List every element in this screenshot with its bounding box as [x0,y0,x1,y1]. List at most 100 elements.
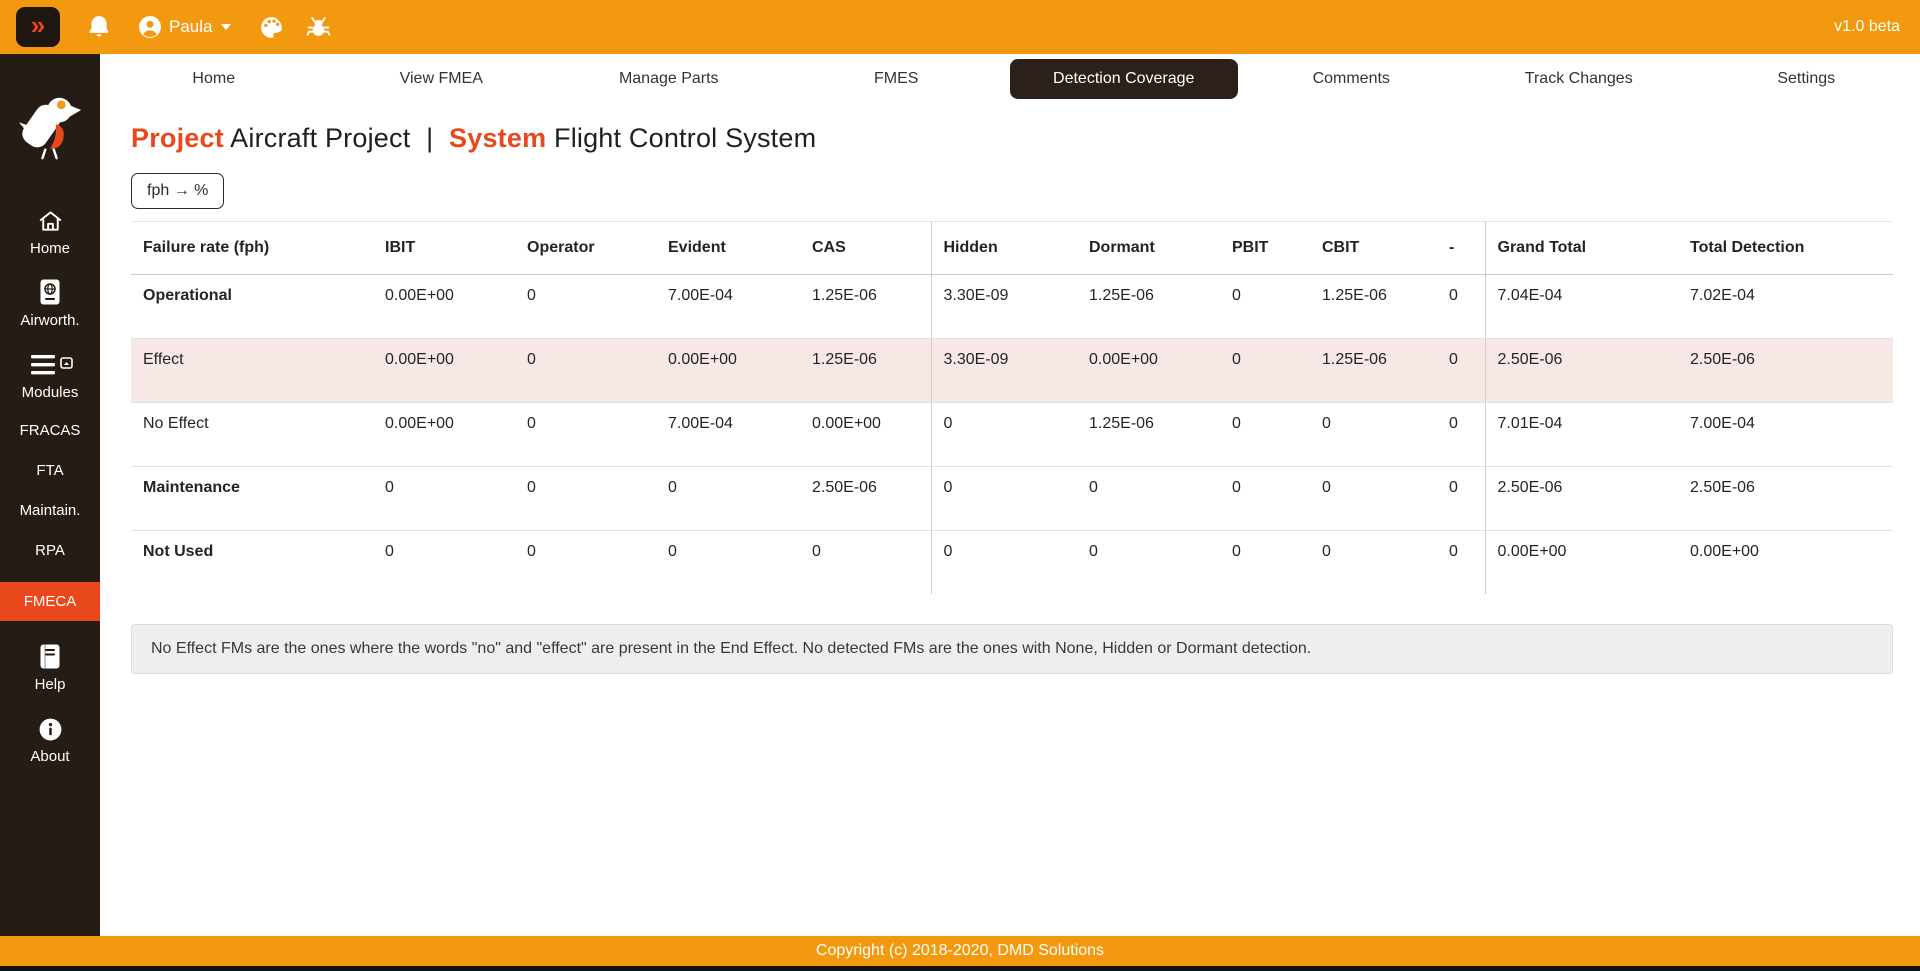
cell-value: 0 [656,467,800,531]
cell-value: 7.00E-04 [656,403,800,467]
tab-manage-parts[interactable]: Manage Parts [555,59,783,99]
cell-value: 7.04E-04 [1485,275,1678,339]
cell-value: 0 [1437,339,1485,403]
cell-value: 7.00E-04 [1678,403,1893,467]
copyright-text: Copyright (c) 2018-2020, DMD Solutions [816,942,1104,960]
sidebar-item-about[interactable]: About [0,714,100,765]
table-row-effect: Effect0.00E+0000.00E+001.25E-063.30E-090… [131,339,1893,403]
cell-value: 0 [931,403,1077,467]
sidebar-item-label: FRACAS [20,422,81,439]
cell-value: 1.25E-06 [800,339,931,403]
tab-view-fmea[interactable]: View FMEA [328,59,556,99]
system-label: System [449,123,546,153]
chevron-down-icon [221,24,231,30]
fph-to-percent-toggle-button[interactable]: fph → % [131,173,224,209]
page-title: Project Aircraft Project | System Flight… [131,123,1920,154]
sidebar-item-rpa[interactable]: RPA [0,542,100,559]
passport-icon [38,278,62,306]
user-name: Paula [169,17,212,37]
modules-icon [27,350,73,378]
title-divider: | [426,123,433,153]
table-row-operational: Operational0.00E+0007.00E-041.25E-063.30… [131,275,1893,339]
cell-value: 0 [1220,339,1310,403]
cell-value: 1.25E-06 [800,275,931,339]
user-menu[interactable]: Paula [138,15,231,39]
book-icon [38,642,62,670]
cell-value: 0 [1310,467,1437,531]
bell-icon[interactable] [86,14,112,40]
tab-home[interactable]: Home [100,59,328,99]
user-icon [138,15,162,39]
tab-detection-coverage[interactable]: Detection Coverage [1010,59,1238,99]
version-label: v1.0 beta [1834,18,1900,36]
info-icon [38,714,63,742]
sidebar-item-label: FTA [36,462,63,479]
cell-value: 7.00E-04 [656,275,800,339]
cell-value: 0 [373,531,515,595]
sidebar-item-label: Maintain. [20,502,81,519]
cell-value: 0 [1220,531,1310,595]
cell-value: 2.50E-06 [1678,339,1893,403]
sidebar-item-home[interactable]: Home [0,206,100,257]
project-name: Aircraft Project [230,123,410,153]
sidebar-item-label: Modules [22,384,79,401]
system-name: Flight Control System [554,123,816,153]
sidebar-item-airworthiness[interactable]: Airworth. [0,278,100,329]
column-header-grand-total: Grand Total [1485,222,1678,275]
cell-value: 0 [1437,531,1485,595]
cell-value: 0.00E+00 [656,339,800,403]
sidebar-item-label: Airworth. [20,312,79,329]
column-header-pbit: PBIT [1220,222,1310,275]
sidebar-item-fta[interactable]: FTA [0,462,100,479]
sidebar-item-fracas[interactable]: FRACAS [0,422,100,439]
cell-value: 0.00E+00 [373,403,515,467]
cell-value: 2.50E-06 [1485,339,1678,403]
sidebar-item-label: Help [35,676,66,693]
cell-value: 0 [515,403,656,467]
main-content: HomeView FMEAManage PartsFMESDetection C… [100,54,1920,936]
table-row-not-used: Not Used0000000000.00E+000.00E+00 [131,531,1893,595]
cell-value: 0 [931,467,1077,531]
sidebar-item-help[interactable]: Help [0,642,100,693]
row-label: Operational [131,275,373,339]
sidebar-item-modules[interactable]: Modules [0,350,100,401]
column-header-cbit: CBIT [1310,222,1437,275]
detection-coverage-table-wrap: Failure rate (fph)IBITOperatorEvidentCAS… [131,221,1893,594]
top-bar: » Paula v1.0 beta [0,0,1920,54]
column-header-dormant: Dormant [1077,222,1220,275]
cell-value: 0 [1437,467,1485,531]
bug-icon[interactable] [306,15,331,40]
sidebar-item-maintain[interactable]: Maintain. [0,502,100,519]
tab-track-changes[interactable]: Track Changes [1465,59,1693,99]
cell-value: 0.00E+00 [800,403,931,467]
cell-value: 0 [931,531,1077,595]
cell-value: 7.02E-04 [1678,275,1893,339]
column-header-evident: Evident [656,222,800,275]
palette-icon[interactable] [259,15,284,40]
cell-value: 0.00E+00 [373,339,515,403]
tab-settings[interactable]: Settings [1693,59,1920,99]
tab-comments[interactable]: Comments [1238,59,1466,99]
cell-value: 0.00E+00 [1678,531,1893,595]
sidebar-expand-button[interactable]: » [16,7,60,47]
tab-fmes[interactable]: FMES [783,59,1011,99]
cell-value: 0 [1220,467,1310,531]
column-header-hidden: Hidden [931,222,1077,275]
bottom-edge-strip [0,966,1920,971]
cell-value: 0.00E+00 [1485,531,1678,595]
cell-value: 0 [1437,275,1485,339]
column-header-ibit: IBIT [373,222,515,275]
no-effect-explanation-note: No Effect FMs are the ones where the wor… [131,624,1893,674]
cell-value: 0 [1310,403,1437,467]
column-header-total-detection: Total Detection [1678,222,1893,275]
table-header-row: Failure rate (fph)IBITOperatorEvidentCAS… [131,222,1893,275]
column-header-failure-rate-fph-: Failure rate (fph) [131,222,373,275]
sidebar-item-fmeca[interactable]: FMECA [0,582,100,621]
cell-value: 0 [1077,531,1220,595]
cell-value: 0 [1437,403,1485,467]
cell-value: 0 [656,531,800,595]
bird-logo[interactable] [17,92,83,162]
sidebar-item-label: FMECA [24,593,77,610]
cell-value: 0.00E+00 [1077,339,1220,403]
cell-value: 0 [1077,467,1220,531]
